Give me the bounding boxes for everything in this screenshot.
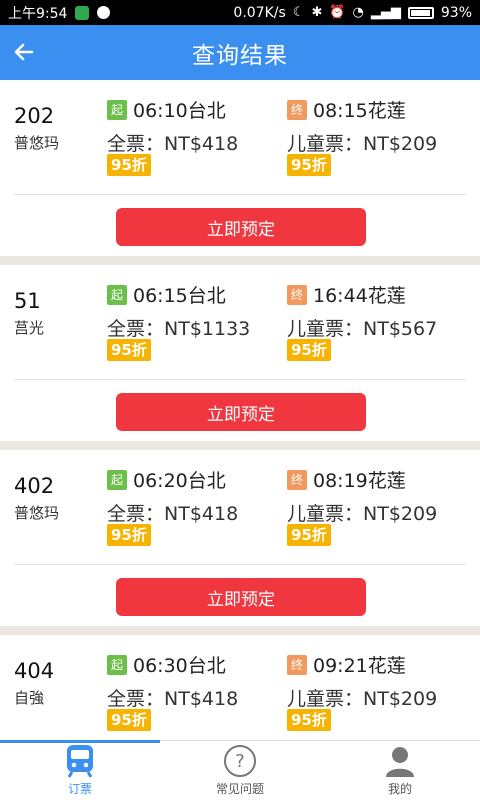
discount-badge: 95折 (287, 709, 331, 731)
arrival: 终 08:19花莲 (287, 466, 406, 493)
arrival: 终 08:15花莲 (287, 96, 406, 123)
child-price: 儿童票：NT$209 (287, 133, 438, 155)
network-speed: 0.07K/s (233, 4, 286, 21)
full-price: 全票：NT$418 (107, 688, 239, 710)
user-icon (383, 744, 417, 778)
battery-level: 93% (440, 4, 472, 21)
end-tag: 终 (287, 99, 307, 120)
full-price: 全票：NT$418 (107, 133, 239, 155)
discount-badge: 95折 (107, 154, 151, 176)
train-card: 202 普悠玛 起 06:10台北 终 08:15花莲 全票：NT$418 儿童… (0, 80, 480, 256)
full-price: 全票：NT$1133 (107, 318, 251, 340)
start-tag: 起 (107, 99, 127, 120)
start-tag: 起 (107, 284, 127, 305)
page-title: 查询结果 (192, 42, 288, 69)
arrive-time-station: 16:44花莲 (313, 285, 406, 307)
train-type: 普悠玛 (14, 504, 60, 522)
discount-badge: 95折 (287, 154, 331, 176)
tab-faq[interactable]: ? 常见问题 (160, 741, 320, 800)
departure: 起 06:20台北 (107, 466, 226, 493)
child-price: 儿童票：NT$209 (287, 503, 438, 525)
arrive-time-station: 09:21花莲 (313, 655, 406, 677)
app-notification-icon (75, 5, 90, 20)
wifi-icon: ◔ (352, 5, 364, 20)
train-type: 普悠玛 (14, 134, 60, 152)
signal-icon: ▂▄▆ (370, 5, 401, 20)
train-type: 莒光 (14, 319, 45, 337)
arrive-time-station: 08:15花莲 (313, 100, 406, 122)
discount-badge: 95折 (107, 524, 151, 546)
book-button[interactable]: 立即预定 (116, 578, 366, 616)
tab-label: 我的 (387, 782, 412, 796)
tab-label: 订票 (67, 782, 92, 796)
train-icon (63, 744, 97, 778)
arrival: 终 16:44花莲 (287, 281, 406, 308)
child-price: 儿童票：NT$209 (287, 688, 438, 710)
divider (14, 194, 466, 195)
start-tag: 起 (107, 469, 127, 490)
divider (14, 379, 466, 380)
train-number: 202 (14, 104, 55, 128)
train-card: 404 自強 起 06:30台北 终 09:21花莲 全票：NT$418 儿童票… (0, 635, 480, 740)
arrival: 终 09:21花莲 (287, 651, 406, 678)
battery-icon (407, 6, 434, 19)
start-tag: 起 (107, 654, 127, 675)
bottom-tab-bar: 订票 ? 常见问题 我的 (0, 740, 480, 800)
train-card: 51 莒光 起 06:15台北 终 16:44花莲 全票：NT$1133 儿童票… (0, 265, 480, 441)
departure: 起 06:15台北 (107, 281, 226, 308)
departure: 起 06:30台北 (107, 651, 226, 678)
alarm-icon: ⏰ (329, 5, 346, 20)
discount-badge: 95折 (287, 339, 331, 361)
question-icon: ? (223, 744, 257, 778)
train-list[interactable]: 202 普悠玛 起 06:10台北 终 08:15花莲 全票：NT$418 儿童… (0, 80, 480, 740)
train-type: 自強 (14, 689, 45, 707)
divider (14, 564, 466, 565)
qq-notification-icon (97, 6, 111, 19)
depart-time-station: 06:15台北 (133, 285, 226, 307)
train-card: 402 普悠玛 起 06:20台北 终 08:19花莲 全票：NT$418 儿童… (0, 450, 480, 626)
bluetooth-icon: ✱ (311, 5, 323, 20)
end-tag: 终 (287, 284, 307, 305)
moon-icon: ☾ (292, 5, 305, 20)
tab-profile[interactable]: 我的 (320, 741, 480, 800)
discount-badge: 95折 (107, 339, 151, 361)
book-button[interactable]: 立即预定 (116, 393, 366, 431)
depart-time-station: 06:30台北 (133, 655, 226, 677)
tab-label: 常见问题 (215, 782, 264, 796)
depart-time-station: 06:10台北 (133, 100, 226, 122)
train-number: 404 (14, 659, 55, 683)
discount-badge: 95折 (287, 524, 331, 546)
status-bar: 上午9:54 0.07K/s ☾ ✱ ⏰ ◔ ▂▄▆ 93% (0, 0, 480, 25)
end-tag: 终 (287, 654, 307, 675)
train-number: 51 (14, 289, 41, 313)
departure: 起 06:10台北 (107, 96, 226, 123)
full-price: 全票：NT$418 (107, 503, 239, 525)
book-button[interactable]: 立即预定 (116, 208, 366, 246)
status-time: 上午9:54 (8, 5, 68, 22)
train-number: 402 (14, 474, 55, 498)
arrive-time-station: 08:19花莲 (313, 470, 406, 492)
app-bar: 查询结果 (0, 25, 480, 80)
tab-booking[interactable]: 订票 (0, 740, 160, 800)
back-button[interactable] (6, 31, 42, 73)
child-price: 儿童票：NT$567 (287, 318, 438, 340)
end-tag: 终 (287, 469, 307, 490)
discount-badge: 95折 (107, 709, 151, 731)
depart-time-station: 06:20台北 (133, 470, 226, 492)
back-arrow-icon (14, 43, 34, 61)
svg-text:?: ? (235, 751, 245, 772)
